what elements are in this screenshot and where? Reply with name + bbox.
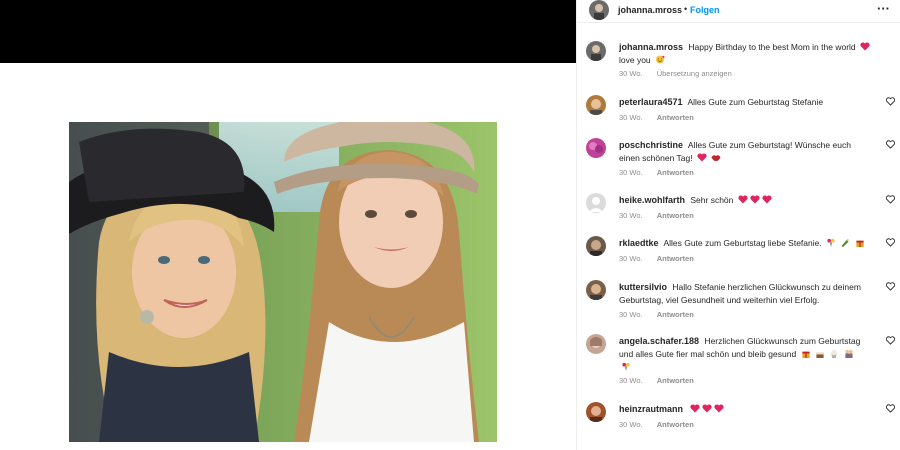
red-heart-icon	[860, 42, 870, 51]
like-heart-icon[interactable]	[886, 404, 895, 413]
comment-username[interactable]: heinzrautmann	[619, 404, 683, 414]
commenter-avatar[interactable]	[586, 193, 606, 213]
caption-time: 30 Wo.	[619, 69, 643, 78]
like-heart-icon[interactable]	[886, 195, 895, 204]
comment-text-block: peterlaura4571 Alles Gute zum Geburtstag…	[619, 96, 874, 109]
red-heart-icon	[750, 195, 760, 204]
like-heart-icon[interactable]	[886, 336, 895, 345]
post-photo-illustration	[69, 122, 497, 442]
comment-username[interactable]: heike.wohlfarth	[619, 195, 685, 205]
commenter-avatar[interactable]	[586, 236, 606, 256]
comment-meta: 30 Wo. Antworten	[619, 376, 706, 385]
comment-meta: 30 Wo. Antworten	[619, 168, 706, 177]
reply-button[interactable]: Antworten	[657, 420, 694, 429]
translate-button[interactable]: Übersetzung anzeigen	[657, 69, 732, 78]
comment-username[interactable]: kuttersilvio	[619, 282, 667, 292]
post-photo[interactable]	[69, 122, 497, 442]
caption-text-block: johanna.mross Happy Birthday to the best…	[619, 41, 874, 67]
comment-text-block: rklaedtke Alles Gute zum Geburtstag lieb…	[619, 237, 874, 250]
cake-icon	[816, 352, 824, 358]
comment-time: 30 Wo.	[619, 310, 643, 319]
caption-text-2: love you	[619, 55, 651, 65]
comment-meta: 30 Wo. Antworten	[619, 113, 706, 122]
comment-username[interactable]: angela.schafer.188	[619, 336, 699, 346]
bouquet-icon	[622, 362, 630, 371]
comment-text: Alles Gute zum Geburtstag Stefanie	[687, 97, 824, 107]
comment-username[interactable]: peterlaura4571	[619, 97, 683, 107]
caption-text: Happy Birthday to the best Mom in the wo…	[688, 42, 856, 52]
cupcake-icon	[831, 349, 838, 358]
comment-time: 30 Wo.	[619, 376, 643, 385]
comment-text-block: kuttersilvio Hallo Stefanie herzlichen G…	[619, 281, 874, 307]
red-heart-icon	[697, 153, 707, 162]
comment-meta: 30 Wo. Antworten	[619, 254, 706, 263]
people-icon	[845, 349, 853, 358]
author-username[interactable]: johanna.mross	[618, 5, 682, 15]
follow-button[interactable]: Folgen	[690, 5, 720, 15]
red-heart-icon	[714, 404, 724, 413]
red-heart-icon	[690, 404, 700, 413]
comment-text-block: poschchristine Alles Gute zum Geburtstag…	[619, 139, 874, 165]
comment-time: 30 Wo.	[619, 211, 643, 220]
reply-button[interactable]: Antworten	[657, 310, 694, 319]
red-heart-icon	[762, 195, 772, 204]
caption-avatar[interactable]	[586, 41, 606, 61]
video-top-black-bar	[0, 0, 576, 63]
comment-meta: 30 Wo. Antworten	[619, 310, 706, 319]
comment-username[interactable]: rklaedtke	[619, 238, 659, 248]
more-options-icon[interactable]: ···	[877, 1, 890, 16]
like-heart-icon[interactable]	[886, 238, 895, 247]
lips-icon	[711, 155, 721, 162]
comment-username[interactable]: poschchristine	[619, 140, 683, 150]
reply-button[interactable]: Antworten	[657, 168, 694, 177]
commenter-avatar[interactable]	[586, 334, 606, 354]
red-heart-icon	[738, 195, 748, 204]
like-heart-icon[interactable]	[886, 140, 895, 149]
champagne-icon	[841, 238, 850, 247]
comment-text: Sehr schön	[690, 195, 734, 205]
reply-button[interactable]: Antworten	[657, 254, 694, 263]
bouquet-icon	[827, 238, 835, 247]
like-heart-icon[interactable]	[886, 282, 895, 291]
comment-text-block: heike.wohlfarth Sehr schön	[619, 194, 874, 207]
caption-username[interactable]: johanna.mross	[619, 42, 683, 52]
comment-time: 30 Wo.	[619, 168, 643, 177]
caption-meta: 30 Wo. Übersetzung anzeigen	[619, 69, 744, 78]
comment-text-block: angela.schafer.188 Herzlichen Glückwunsc…	[619, 335, 874, 374]
red-heart-icon	[702, 404, 712, 413]
gift-icon	[856, 240, 864, 247]
comment-meta: 30 Wo. Antworten	[619, 420, 706, 429]
comments-panel: johanna.mross • Folgen ··· johanna.mross…	[577, 0, 900, 450]
author-avatar[interactable]	[589, 0, 609, 20]
comment-time: 30 Wo.	[619, 420, 643, 429]
header-separator: •	[684, 4, 688, 14]
reply-button[interactable]: Antworten	[657, 113, 694, 122]
commenter-avatar[interactable]	[586, 280, 606, 300]
commenter-avatar[interactable]	[586, 402, 606, 422]
comment-meta: 30 Wo. Antworten	[619, 211, 706, 220]
commenter-avatar[interactable]	[586, 138, 606, 158]
comment-time: 30 Wo.	[619, 113, 643, 122]
comment-text-block: heinzrautmann	[619, 403, 874, 416]
comment-text: Alles Gute zum Geburtstag liebe Stefanie…	[663, 238, 822, 248]
comment-time: 30 Wo.	[619, 254, 643, 263]
smiling-face-with-hearts-icon	[655, 55, 665, 64]
like-heart-icon[interactable]	[886, 97, 895, 106]
post-header: johanna.mross • Folgen ···	[577, 0, 900, 23]
commenter-avatar[interactable]	[586, 95, 606, 115]
gift-icon	[801, 351, 810, 358]
reply-button[interactable]: Antworten	[657, 211, 694, 220]
reply-button[interactable]: Antworten	[657, 376, 694, 385]
